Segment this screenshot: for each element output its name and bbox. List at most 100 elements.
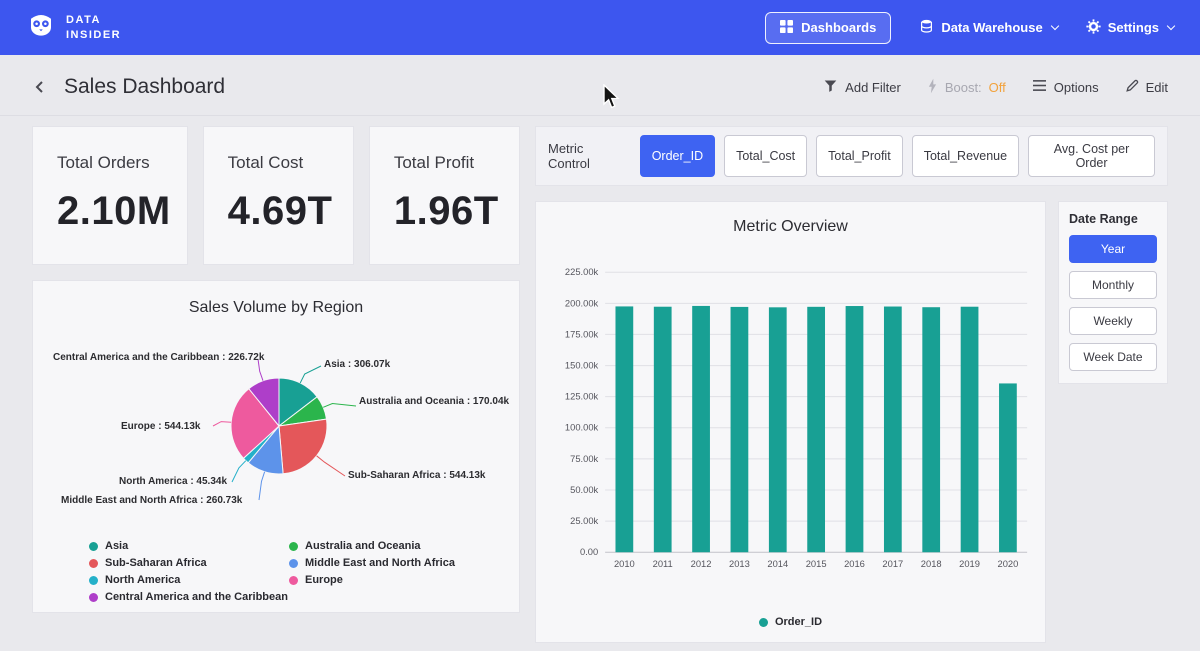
- pie-legend-item-central-america-and-the-caribbean[interactable]: Central America and the Caribbean: [89, 591, 289, 603]
- metric-button-total-profit[interactable]: Total_Profit: [816, 135, 903, 177]
- svg-text:125.00k: 125.00k: [565, 392, 599, 402]
- gear-icon: [1086, 19, 1101, 37]
- legend-label: Sub-Saharan Africa: [105, 557, 207, 569]
- bar-chart-card: Metric Overview 0.00 25.00k 50.00k 75.00k 10…: [535, 201, 1046, 643]
- legend-dot: [289, 542, 298, 551]
- pie-label-central-america-and-the-caribbean: Central America and the Caribbean : 226.…: [53, 352, 264, 363]
- svg-text:2012: 2012: [691, 559, 712, 569]
- bar-chart-title: Metric Overview: [544, 218, 1037, 236]
- settings-menu[interactable]: Settings: [1086, 19, 1174, 37]
- pie-chart-area: Asia : 306.07k Australia and Oceania : 17…: [33, 323, 519, 528]
- legend-dot: [89, 542, 98, 551]
- kpi-value: 1.96T: [394, 189, 503, 234]
- svg-text:75.00k: 75.00k: [570, 454, 598, 464]
- owl-logo-icon: [26, 10, 56, 45]
- kpi-value: 4.69T: [228, 189, 337, 234]
- kpi-card-total-cost: Total Cost 4.69T: [203, 126, 354, 265]
- list-icon: [1032, 79, 1047, 95]
- pie-label-asia: Asia : 306.07k: [324, 359, 390, 370]
- svg-text:25.00k: 25.00k: [570, 516, 598, 526]
- svg-text:150.00k: 150.00k: [565, 361, 599, 371]
- svg-text:50.00k: 50.00k: [570, 485, 598, 495]
- kpi-value: 2.10M: [57, 189, 171, 234]
- chevron-down-icon: [1050, 22, 1058, 30]
- svg-text:2010: 2010: [614, 559, 635, 569]
- page-title: Sales Dashboard: [64, 75, 225, 99]
- boost-value: Off: [989, 80, 1006, 95]
- dashboards-label: Dashboards: [801, 20, 876, 35]
- pie-label-north-america: North America : 45.34k: [119, 476, 227, 487]
- page-header: Sales Dashboard Add Filter Boost: Off Op…: [0, 55, 1200, 116]
- svg-text:2011: 2011: [653, 559, 673, 569]
- add-filter-label: Add Filter: [845, 80, 901, 95]
- legend-dot: [89, 576, 98, 585]
- pie-legend: Asia Australia and Oceania Sub-Saharan Afr…: [89, 540, 519, 603]
- pie-legend-item-europe[interactable]: Europe: [289, 574, 519, 586]
- kpi-label: Total Orders: [57, 153, 171, 173]
- top-navbar: DATA INSIDER Dashboards: [0, 0, 1200, 55]
- pie-legend-item-australia-and-oceania[interactable]: Australia and Oceania: [289, 540, 519, 552]
- date-range-button-week-date[interactable]: Week Date: [1069, 343, 1157, 371]
- legend-label: North America: [105, 574, 180, 586]
- pie-legend-item-asia[interactable]: Asia: [89, 540, 289, 552]
- date-range-buttons: Year Monthly Weekly Week Date: [1069, 235, 1157, 371]
- add-filter-button[interactable]: Add Filter: [823, 78, 901, 96]
- options-button[interactable]: Options: [1032, 79, 1099, 95]
- metric-button-total-cost[interactable]: Total_Cost: [724, 135, 807, 177]
- metric-button-total-revenue[interactable]: Total_Revenue: [912, 135, 1019, 177]
- svg-text:2017: 2017: [882, 559, 903, 569]
- legend-dot: [289, 576, 298, 585]
- date-range-button-monthly[interactable]: Monthly: [1069, 271, 1157, 299]
- pie-label-europe: Europe : 544.13k: [121, 421, 200, 432]
- legend-label: Australia and Oceania: [305, 540, 421, 552]
- metric-control-label: Metric Control: [548, 141, 628, 171]
- legend-label: Central America and the Caribbean: [105, 591, 288, 603]
- pie-slice-sub-saharan-africa: [279, 419, 327, 474]
- chevron-down-icon: [1167, 22, 1175, 30]
- kpi-row: Total Orders 2.10M Total Cost 4.69T Tota…: [32, 126, 520, 265]
- legend-label: Middle East and North Africa: [305, 557, 455, 569]
- svg-text:100.00k: 100.00k: [565, 423, 599, 433]
- svg-text:2019: 2019: [959, 559, 980, 569]
- svg-text:0.00: 0.00: [580, 547, 598, 557]
- legend-dot: [289, 559, 298, 568]
- pie-label-middle-east-and-north-africa: Middle East and North Africa : 260.73k: [61, 495, 242, 506]
- grid-icon: [780, 20, 793, 36]
- metric-button-order-id[interactable]: Order_ID: [640, 135, 715, 177]
- bar-chart-svg[interactable]: 0.00 25.00k 50.00k 75.00k 100.00k 125.00k 150.…: [544, 242, 1037, 614]
- kpi-card-total-orders: Total Orders 2.10M: [32, 126, 188, 265]
- boost-toggle[interactable]: Boost: Off: [927, 78, 1006, 97]
- edit-button[interactable]: Edit: [1125, 79, 1168, 96]
- bar-chart-legend[interactable]: Order_ID: [544, 616, 1037, 628]
- svg-text:200.00k: 200.00k: [565, 298, 599, 308]
- pie-legend-item-middle-east-and-north-africa[interactable]: Middle East and North Africa: [289, 557, 519, 569]
- svg-text:175.00k: 175.00k: [565, 329, 599, 339]
- svg-text:2015: 2015: [806, 559, 827, 569]
- pie-label-sub-saharan-africa: Sub-Saharan Africa : 544.13k: [348, 470, 485, 481]
- legend-label: Asia: [105, 540, 128, 552]
- svg-text:225.00k: 225.00k: [565, 267, 599, 277]
- options-label: Options: [1054, 80, 1099, 95]
- pie-legend-item-north-america[interactable]: North America: [89, 574, 289, 586]
- svg-text:2014: 2014: [767, 559, 788, 569]
- settings-label: Settings: [1108, 20, 1159, 35]
- pie-legend-item-sub-saharan-africa[interactable]: Sub-Saharan Africa: [89, 557, 289, 569]
- brand-text: DATA INSIDER: [66, 13, 121, 43]
- database-icon: [919, 18, 934, 37]
- pie-chart-card: Sales Volume by Region Asia : 306.07kAus…: [32, 280, 520, 613]
- legend-dot: [759, 618, 768, 627]
- metric-button-avg-cost-per-order[interactable]: Avg. Cost per Order: [1028, 135, 1155, 177]
- svg-text:2016: 2016: [844, 559, 865, 569]
- pie-label-australia-and-oceania: Australia and Oceania : 170.04k: [359, 396, 509, 407]
- data-warehouse-menu[interactable]: Data Warehouse: [919, 18, 1057, 37]
- bar-legend-label: Order_ID: [775, 616, 822, 628]
- date-range-title: Date Range: [1069, 212, 1157, 226]
- legend-dot: [89, 593, 98, 602]
- svg-text:2018: 2018: [921, 559, 942, 569]
- metric-buttons: Order_IDTotal_CostTotal_ProfitTotal_Reve…: [640, 135, 1155, 177]
- date-range-button-weekly[interactable]: Weekly: [1069, 307, 1157, 335]
- back-button[interactable]: [32, 79, 48, 95]
- brand-logo[interactable]: DATA INSIDER: [26, 10, 121, 45]
- date-range-button-year[interactable]: Year: [1069, 235, 1157, 263]
- dashboards-button[interactable]: Dashboards: [765, 12, 891, 44]
